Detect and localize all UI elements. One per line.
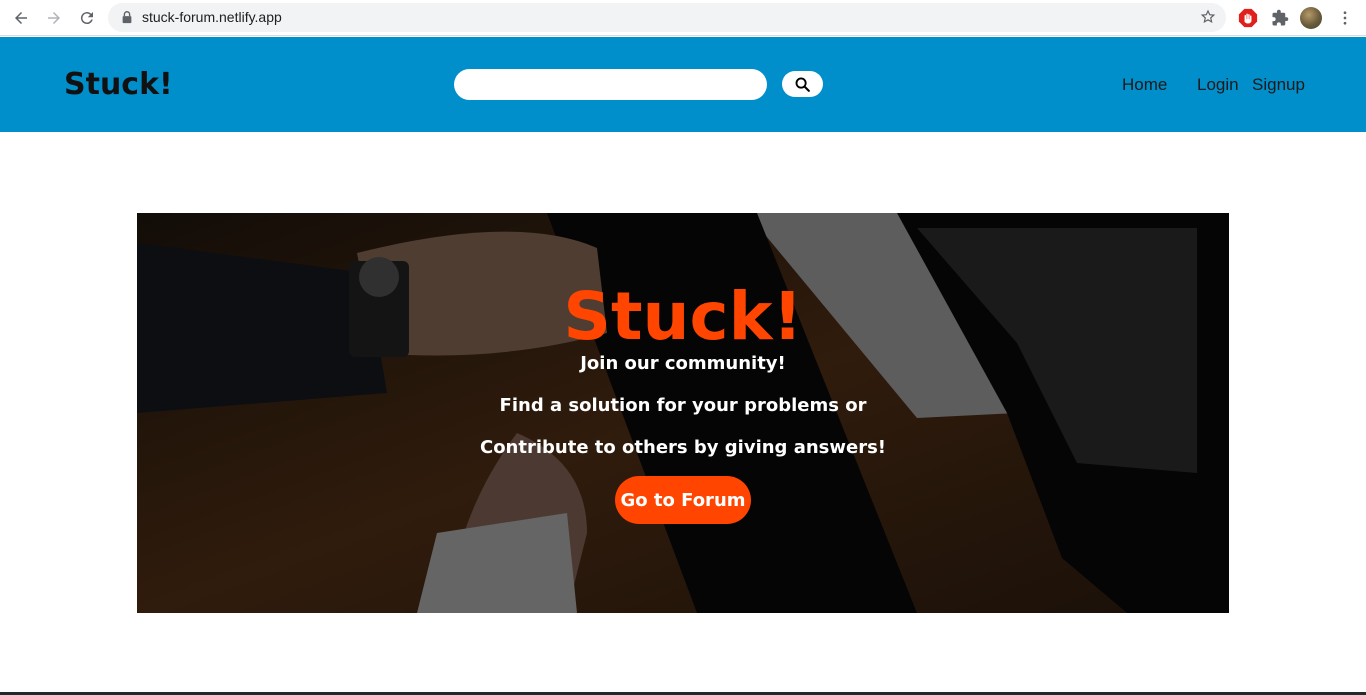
hero-tagline-2: Find a solution for your problems or — [499, 395, 867, 416]
browser-toolbar: stuck-forum.netlify.app — [0, 0, 1366, 36]
stop-hand-icon[interactable] — [1237, 7, 1259, 29]
star-icon[interactable] — [1200, 9, 1216, 25]
search-icon — [795, 77, 810, 92]
address-bar[interactable]: stuck-forum.netlify.app — [108, 3, 1226, 32]
brand-logo[interactable]: Stuck! — [64, 67, 173, 102]
hero-tagline-3: Contribute to others by giving answers! — [479, 437, 887, 458]
lock-icon — [122, 11, 132, 24]
go-to-forum-button[interactable]: Go to Forum — [615, 476, 751, 524]
nav-login-link[interactable]: Login — [1197, 75, 1239, 95]
puzzle-icon[interactable] — [1269, 7, 1291, 29]
avatar[interactable] — [1300, 7, 1322, 29]
nav-home-link[interactable]: Home — [1122, 75, 1167, 95]
hero-content: Stuck! Join our community! Find a soluti… — [137, 213, 1229, 613]
search-input[interactable] — [454, 69, 767, 100]
hero-tagline-1: Join our community! — [580, 353, 786, 374]
search-button[interactable] — [782, 71, 823, 97]
back-arrow-icon[interactable] — [9, 6, 33, 30]
hero-banner: Stuck! Join our community! Find a soluti… — [137, 213, 1229, 613]
hero-title: Stuck! — [563, 278, 803, 355]
site-header: Stuck! Home Login Signup — [0, 37, 1366, 132]
reload-icon[interactable] — [75, 6, 99, 30]
url-text: stuck-forum.netlify.app — [142, 9, 282, 25]
profile-picture — [1300, 7, 1322, 29]
nav-signup-link[interactable]: Signup — [1252, 75, 1305, 95]
forward-arrow-icon[interactable] — [42, 6, 66, 30]
kebab-menu-icon[interactable] — [1334, 7, 1356, 29]
